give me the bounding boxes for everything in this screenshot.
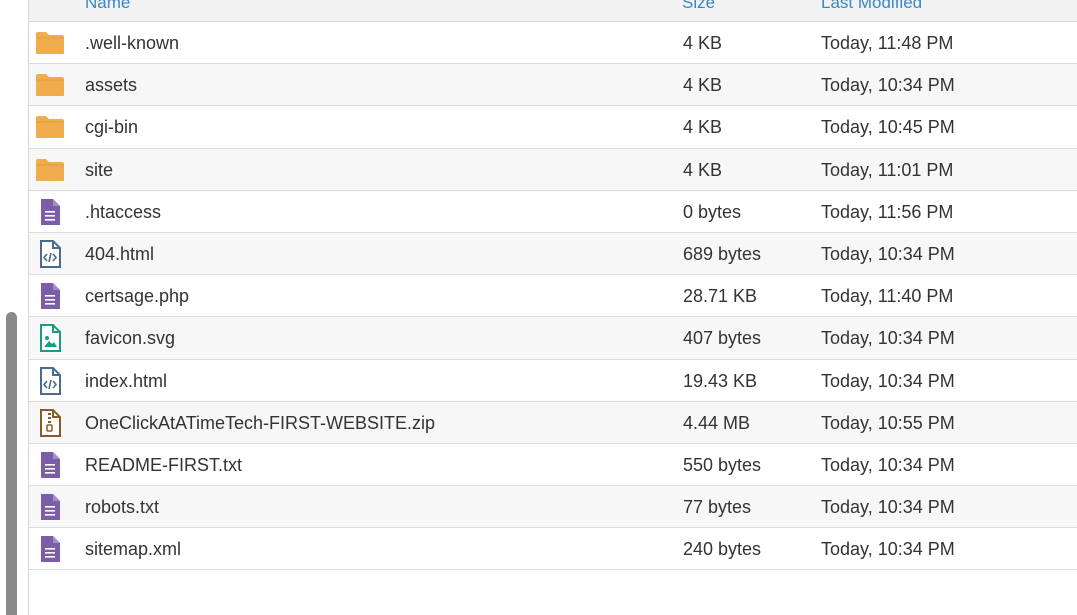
file-name[interactable]: 404.html — [85, 244, 154, 265]
folder-icon — [35, 72, 65, 98]
file-last-modified: Today, 10:34 PM — [821, 539, 955, 560]
table-row[interactable]: 404.html 689 bytes Today, 10:34 PM — [29, 232, 1077, 276]
table-body: .well-known 4 KB Today, 11:48 PM assets … — [29, 22, 1077, 571]
file-size: 4 KB — [683, 159, 723, 180]
file-last-modified: Today, 11:40 PM — [821, 286, 954, 307]
file-list-table: Name Size Last Modified .well-known 4 KB… — [28, 0, 1077, 615]
file-last-modified: Today, 10:34 PM — [821, 454, 955, 475]
table-row[interactable]: certsage.php 28.71 KB Today, 11:40 PM — [29, 275, 1077, 318]
file-name[interactable]: .well-known — [85, 33, 179, 54]
file-last-modified: Today, 10:34 PM — [821, 243, 955, 264]
file-size: 4 KB — [683, 33, 723, 53]
text-file-icon — [35, 536, 65, 563]
table-row[interactable]: sitemap.xml 240 bytes Today, 10:34 PM — [29, 528, 1077, 571]
file-name[interactable]: sitemap.xml — [85, 539, 181, 560]
file-name[interactable]: README-FIRST.txt — [85, 455, 242, 476]
folder-icon — [35, 30, 65, 56]
column-header-name[interactable]: Name — [85, 0, 130, 13]
text-file-icon — [35, 283, 65, 310]
folder-icon — [35, 114, 65, 140]
file-name[interactable]: assets — [85, 75, 137, 96]
file-name[interactable]: index.html — [85, 371, 167, 392]
file-last-modified: Today, 10:45 PM — [821, 117, 955, 138]
table-row[interactable]: cgi-bin 4 KB Today, 10:45 PM — [29, 106, 1077, 149]
file-last-modified: Today, 11:48 PM — [821, 33, 954, 53]
file-last-modified: Today, 10:55 PM — [821, 412, 955, 433]
file-name[interactable]: .htaccess — [85, 202, 161, 223]
file-name[interactable]: OneClickAtATimeTech-FIRST-WEBSITE.zip — [85, 413, 435, 434]
file-size: 550 bytes — [683, 454, 762, 475]
left-panel-scrollbar[interactable] — [6, 312, 17, 615]
table-row[interactable]: site 4 KB Today, 11:01 PM — [29, 148, 1077, 191]
file-last-modified: Today, 11:56 PM — [821, 201, 954, 222]
image-file-icon — [35, 324, 65, 353]
code-file-icon — [35, 366, 65, 395]
folder-icon — [35, 157, 65, 183]
file-last-modified: Today, 10:34 PM — [821, 328, 955, 349]
table-row[interactable]: README-FIRST.txt 550 bytes Today, 10:34 … — [29, 444, 1077, 487]
table-row[interactable]: assets 4 KB Today, 10:34 PM — [29, 64, 1077, 107]
file-size: 4 KB — [683, 75, 723, 96]
table-row[interactable]: OneClickAtATimeTech-FIRST-WEBSITE.zip 4.… — [29, 401, 1077, 444]
file-last-modified: Today, 10:34 PM — [821, 75, 955, 96]
file-size: 4.44 MB — [683, 412, 751, 433]
column-header-size[interactable]: Size — [682, 0, 715, 13]
file-name[interactable]: cgi-bin — [85, 117, 138, 138]
table-row[interactable]: robots.txt 77 bytes Today, 10:34 PM — [29, 486, 1077, 529]
file-size: 77 bytes — [683, 497, 752, 518]
file-size: 19.43 KB — [683, 370, 758, 391]
table-row[interactable]: .htaccess 0 bytes Today, 11:56 PM — [29, 191, 1077, 233]
file-name[interactable]: robots.txt — [85, 497, 159, 518]
file-name[interactable]: favicon.svg — [85, 328, 175, 349]
file-size: 4 KB — [683, 117, 723, 138]
text-file-icon — [35, 494, 65, 521]
file-size: 240 bytes — [683, 539, 762, 560]
file-name[interactable]: certsage.php — [85, 286, 189, 307]
table-header: Name Size Last Modified — [29, 0, 1077, 22]
file-size: 28.71 KB — [683, 286, 758, 307]
zip-file-icon — [35, 408, 65, 437]
table-row[interactable]: favicon.svg 407 bytes Today, 10:34 PM — [29, 317, 1077, 360]
table-row[interactable]: .well-known 4 KB Today, 11:48 PM — [29, 22, 1077, 65]
text-file-icon — [35, 198, 65, 225]
code-file-icon — [35, 239, 65, 268]
table-row[interactable]: index.html 19.43 KB Today, 10:34 PM — [29, 360, 1077, 402]
column-header-last-modified[interactable]: Last Modified — [821, 0, 922, 13]
file-last-modified: Today, 10:34 PM — [821, 497, 955, 518]
file-name[interactable]: site — [85, 160, 113, 181]
file-size: 689 bytes — [683, 243, 762, 264]
text-file-icon — [35, 451, 65, 478]
file-last-modified: Today, 11:01 PM — [821, 159, 954, 180]
file-size: 0 bytes — [683, 201, 742, 222]
file-size: 407 bytes — [683, 328, 762, 349]
file-last-modified: Today, 10:34 PM — [821, 370, 955, 391]
